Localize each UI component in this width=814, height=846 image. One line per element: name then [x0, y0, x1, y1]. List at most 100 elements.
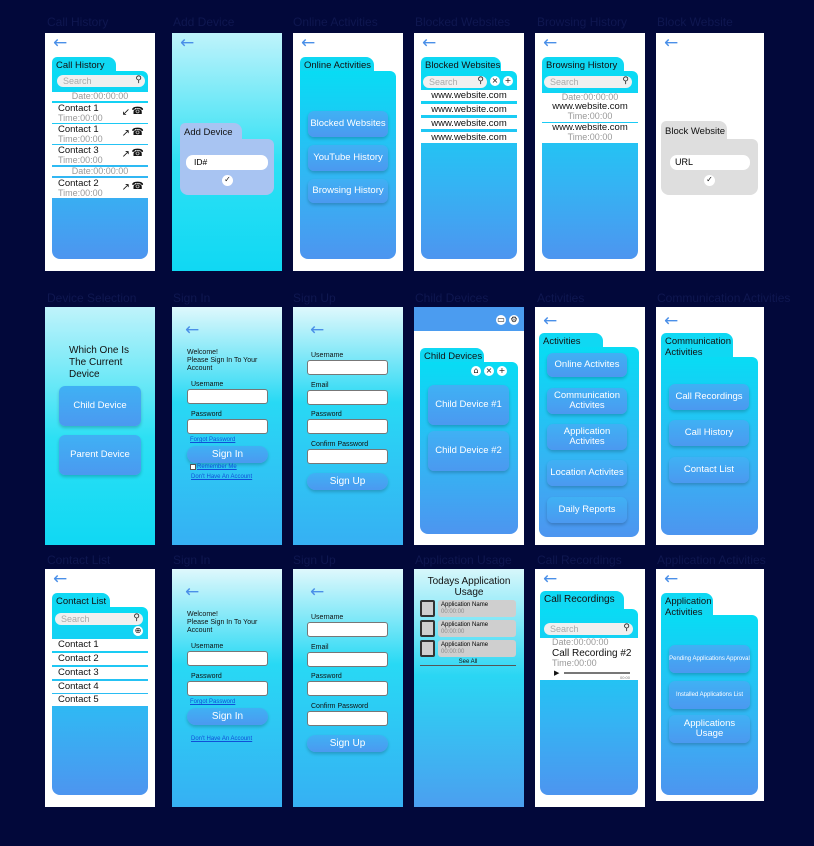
daily-reports-button[interactable]: Daily Reports — [547, 497, 627, 523]
date-header: Date:00:00:00 — [52, 167, 148, 176]
child-device-button[interactable]: Child Device — [59, 386, 141, 426]
installed-apps-button[interactable]: Installed Applications List — [669, 681, 750, 709]
url-input[interactable]: URL — [670, 155, 750, 170]
pending-approval-button[interactable]: Pending Applications Approval — [669, 645, 750, 673]
location-activities-button[interactable]: Location Activites — [547, 460, 627, 486]
list-item[interactable]: Contact 2 Time:00:00 ↗ ☎ — [52, 178, 148, 198]
parent-device-button[interactable]: Parent Device — [59, 435, 141, 475]
search-input[interactable]: Search ⚲ — [544, 622, 633, 635]
search-input[interactable]: Search ⚲ — [55, 612, 143, 625]
confirm-password-field[interactable] — [307, 449, 388, 464]
add-icon[interactable]: + — [497, 366, 507, 376]
back-arrow-icon[interactable]: ← — [422, 35, 436, 52]
list-item[interactable]: Contact 4 — [52, 681, 148, 693]
remember-me-label[interactable]: Remember Me — [197, 464, 237, 470]
email-field[interactable] — [307, 390, 388, 405]
search-input[interactable]: Search ⚲ — [57, 74, 145, 87]
password-field[interactable] — [187, 419, 268, 434]
remove-icon[interactable]: × — [484, 366, 494, 376]
lock-icon[interactable]: ⌂ — [471, 366, 481, 376]
call-history-button[interactable]: Call History — [669, 420, 749, 446]
list-item[interactable]: Contact 3 — [52, 667, 148, 679]
screen-sign-in-2: ← Welcome! Please Sign In To Your Accoun… — [172, 569, 282, 807]
back-arrow-icon[interactable]: ← — [53, 35, 67, 52]
forgot-password-link[interactable]: Forgot Password — [190, 437, 235, 443]
forgot-password-link[interactable]: Forgot Password — [190, 699, 235, 705]
list-item[interactable]: www.website.com — [421, 118, 517, 129]
list-item[interactable]: Contact 5 — [52, 694, 148, 706]
progress-track[interactable] — [564, 672, 630, 674]
sign-up-button[interactable]: Sign Up — [307, 735, 388, 752]
list-item[interactable]: Contact 1 Time:00:00 ↗ ☎ — [52, 124, 148, 144]
back-arrow-icon[interactable]: ← — [301, 35, 315, 52]
search-input[interactable]: Search ⚲ — [544, 75, 632, 88]
child-device-1-button[interactable]: Child Device #1 — [428, 385, 509, 425]
list-item[interactable]: Contact 1 Time:00:00 ↙ ☎ — [52, 103, 148, 123]
sign-up-button[interactable]: Sign Up — [307, 473, 388, 490]
remember-checkbox[interactable] — [190, 464, 196, 470]
list-item[interactable]: www.website.com Time:00:00 — [542, 123, 638, 143]
list-item[interactable]: www.website.com — [421, 132, 517, 143]
back-arrow-icon[interactable]: ← — [664, 313, 678, 330]
no-account-link[interactable]: Don't Have An Account — [191, 474, 252, 480]
call-recordings-button[interactable]: Call Recordings — [669, 384, 749, 410]
list-item[interactable]: www.website.com Time:00:00 — [542, 102, 638, 122]
list-item[interactable]: Contact 1 — [52, 639, 148, 651]
back-arrow-icon[interactable]: ← — [543, 313, 557, 330]
blocked-websites-button[interactable]: Blocked Websites — [308, 111, 388, 137]
confirm-check-icon[interactable]: ✓ — [704, 175, 715, 186]
screen-call-recordings: ← Call Recordings Search ⚲ Date:00:00:00 … — [535, 569, 645, 807]
back-arrow-icon[interactable]: ← — [310, 584, 324, 601]
username-field[interactable] — [187, 651, 268, 666]
list-item[interactable]: www.website.com — [421, 90, 517, 101]
applications-usage-button[interactable]: Applications Usage — [669, 715, 750, 743]
password-field[interactable] — [307, 419, 388, 434]
settings-gear-icon[interactable]: ⚙ — [509, 315, 519, 325]
sign-in-button[interactable]: Sign In — [187, 708, 268, 725]
chat-icon[interactable]: ▭ — [496, 315, 506, 325]
password-field[interactable] — [187, 681, 268, 696]
contact-list-button[interactable]: Contact List — [669, 457, 749, 483]
add-icon[interactable]: + — [503, 76, 513, 86]
app-item[interactable]: Application Name 00:00:00 — [420, 640, 516, 657]
device-id-input[interactable]: ID# — [186, 155, 268, 170]
username-field[interactable] — [307, 622, 388, 637]
back-arrow-icon[interactable]: ← — [664, 35, 678, 52]
sign-in-button[interactable]: Sign In — [187, 446, 268, 463]
list-item[interactable]: Contact 2 — [52, 653, 148, 665]
online-activities-button[interactable]: Online Activites — [547, 353, 627, 377]
back-arrow-icon[interactable]: ← — [53, 571, 67, 588]
browsing-history-button[interactable]: Browsing History — [308, 179, 388, 203]
back-arrow-icon[interactable]: ← — [185, 584, 199, 601]
youtube-history-button[interactable]: YouTube History — [308, 145, 388, 171]
list-item[interactable]: www.website.com — [421, 104, 517, 115]
frame-label-15: Sign Up — [293, 553, 336, 567]
username-field[interactable] — [187, 389, 268, 404]
app-item[interactable]: Application Name 00:00:00 — [420, 620, 516, 637]
no-account-link[interactable]: Don't Have An Account — [191, 736, 252, 742]
child-device-2-button[interactable]: Child Device #2 — [428, 431, 509, 471]
search-input[interactable]: Search ⚲ — [423, 75, 487, 88]
app-item[interactable]: Application Name 00:00:00 — [420, 600, 516, 617]
confirm-password-field[interactable] — [307, 711, 388, 726]
play-icon[interactable]: ▶ — [554, 669, 559, 677]
back-arrow-icon[interactable]: ← — [185, 322, 199, 339]
password-field[interactable] — [307, 681, 388, 696]
add-contact-icon[interactable]: ⊕ — [133, 626, 143, 636]
back-arrow-icon[interactable]: ← — [180, 35, 194, 52]
confirm-password-label: Confirm Password — [311, 441, 369, 448]
username-field[interactable] — [307, 360, 388, 375]
remove-icon[interactable]: × — [490, 76, 500, 86]
see-all-link[interactable]: See All — [420, 659, 516, 666]
confirm-check-icon[interactable]: ✓ — [222, 175, 233, 186]
email-field[interactable] — [307, 652, 388, 667]
back-arrow-icon[interactable]: ← — [310, 322, 324, 339]
communication-activities-button[interactable]: Communication Activites — [547, 388, 627, 414]
back-arrow-icon[interactable]: ← — [543, 35, 557, 52]
recording-item[interactable]: Call Recording #2 Time:00:00 ▶ 00:00 — [540, 648, 638, 680]
back-arrow-icon[interactable]: ← — [543, 571, 557, 588]
back-arrow-icon[interactable]: ← — [664, 571, 678, 588]
list-item[interactable]: Contact 3 Time:00:00 ↗ ☎ — [52, 145, 148, 165]
application-activities-button[interactable]: Application Activites — [547, 424, 627, 450]
incoming-call-icon: ↙ — [121, 107, 130, 118]
